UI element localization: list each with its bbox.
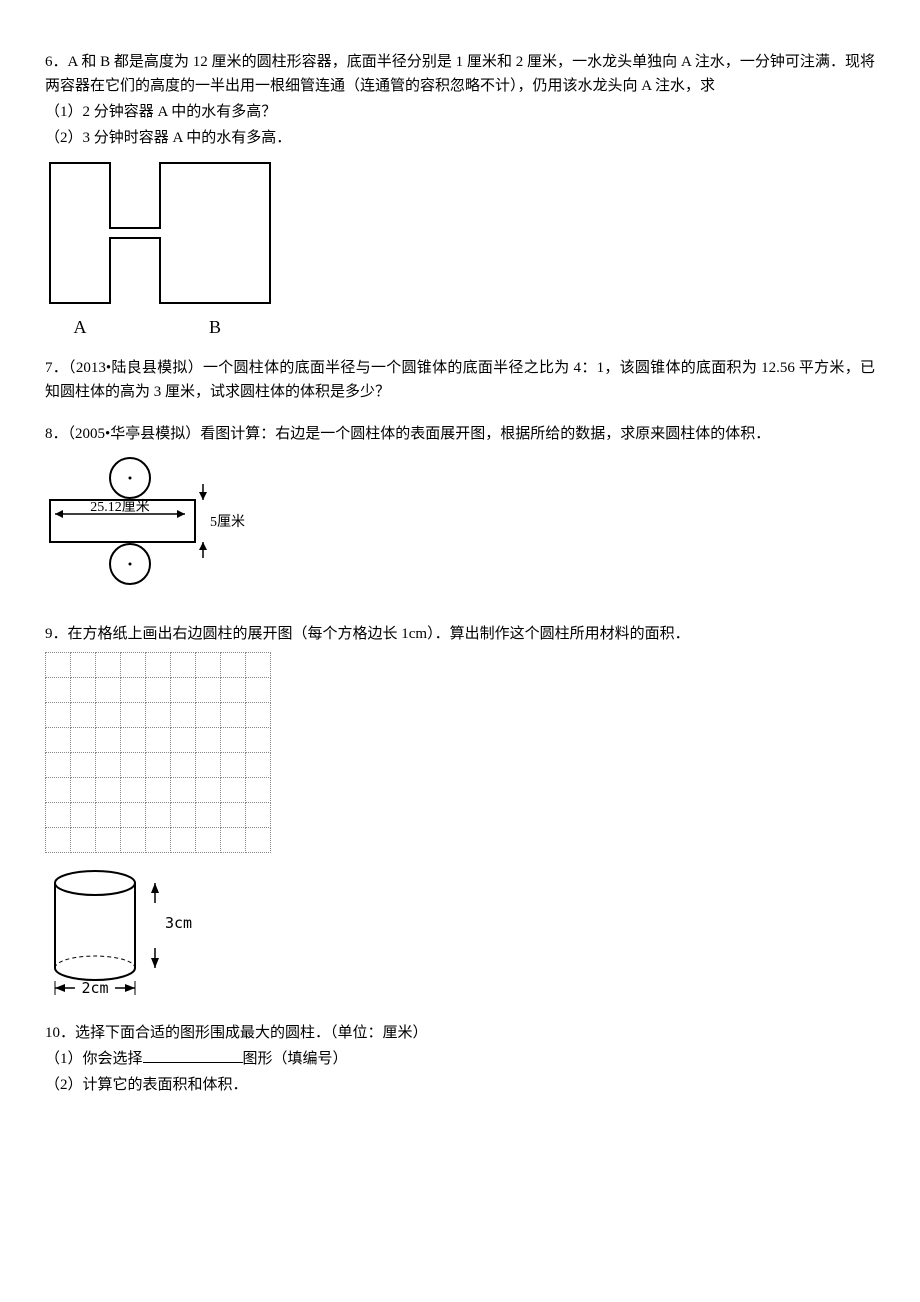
- q8-num: 8．: [45, 426, 68, 442]
- q10-blank[interactable]: [143, 1047, 243, 1063]
- q6-figure: A B: [45, 158, 875, 338]
- q10-num: 10．: [45, 1025, 75, 1041]
- q6-label-a: A: [74, 317, 87, 337]
- q9-text: 9．在方格纸上画出右边圆柱的展开图（每个方格边长 1cm）．算出制作这个圆柱所用…: [45, 622, 875, 646]
- q8-dim-w: 25.12厘米: [90, 499, 150, 515]
- q6-label-b: B: [209, 317, 221, 337]
- q9-num: 9．: [45, 626, 68, 642]
- q9-grid: [45, 652, 271, 853]
- q10-text: 10．选择下面合适的图形围成最大的圆柱．（单位：厘米）: [45, 1021, 875, 1045]
- q6-num: 6．: [45, 54, 68, 70]
- q8-text: 8．（2005•华亭县模拟）看图计算：右边是一个圆柱体的表面展开图，根据所给的数…: [45, 422, 875, 446]
- question-9: 9．在方格纸上画出右边圆柱的展开图（每个方格边长 1cm）．算出制作这个圆柱所用…: [45, 622, 875, 1003]
- question-7: 7．（2013•陆良县模拟）一个圆柱体的底面半径与一个圆锥体的底面半径之比为 4…: [45, 356, 875, 404]
- q9-dim-w: 2cm: [81, 979, 108, 997]
- q9-cylinder: 3cm 2cm: [45, 863, 875, 1003]
- q6-sub1: （1）2 分钟容器 A 中的水有多高？: [45, 100, 875, 124]
- question-6: 6．A 和 B 都是高度为 12 厘米的圆柱形容器，底面半径分别是 1 厘米和 …: [45, 50, 875, 338]
- q6-sub2: （2）3 分钟时容器 A 中的水有多高．: [45, 126, 875, 150]
- q8-figure: 25.12厘米 5厘米: [45, 454, 875, 604]
- q8-dim-h: 5厘米: [210, 514, 245, 530]
- q9-dim-h: 3cm: [165, 914, 192, 932]
- q10-sub2: （2）计算它的表面积和体积．: [45, 1073, 875, 1097]
- q6-text: 6．A 和 B 都是高度为 12 厘米的圆柱形容器，底面半径分别是 1 厘米和 …: [45, 50, 875, 98]
- question-8: 8．（2005•华亭县模拟）看图计算：右边是一个圆柱体的表面展开图，根据所给的数…: [45, 422, 875, 604]
- q10-sub1: （1）你会选择图形（填编号）: [45, 1047, 875, 1071]
- q7-text: 7．（2013•陆良县模拟）一个圆柱体的底面半径与一个圆锥体的底面半径之比为 4…: [45, 356, 875, 404]
- q7-num: 7．: [45, 360, 68, 376]
- question-10: 10．选择下面合适的图形围成最大的圆柱．（单位：厘米） （1）你会选择图形（填编…: [45, 1021, 875, 1097]
